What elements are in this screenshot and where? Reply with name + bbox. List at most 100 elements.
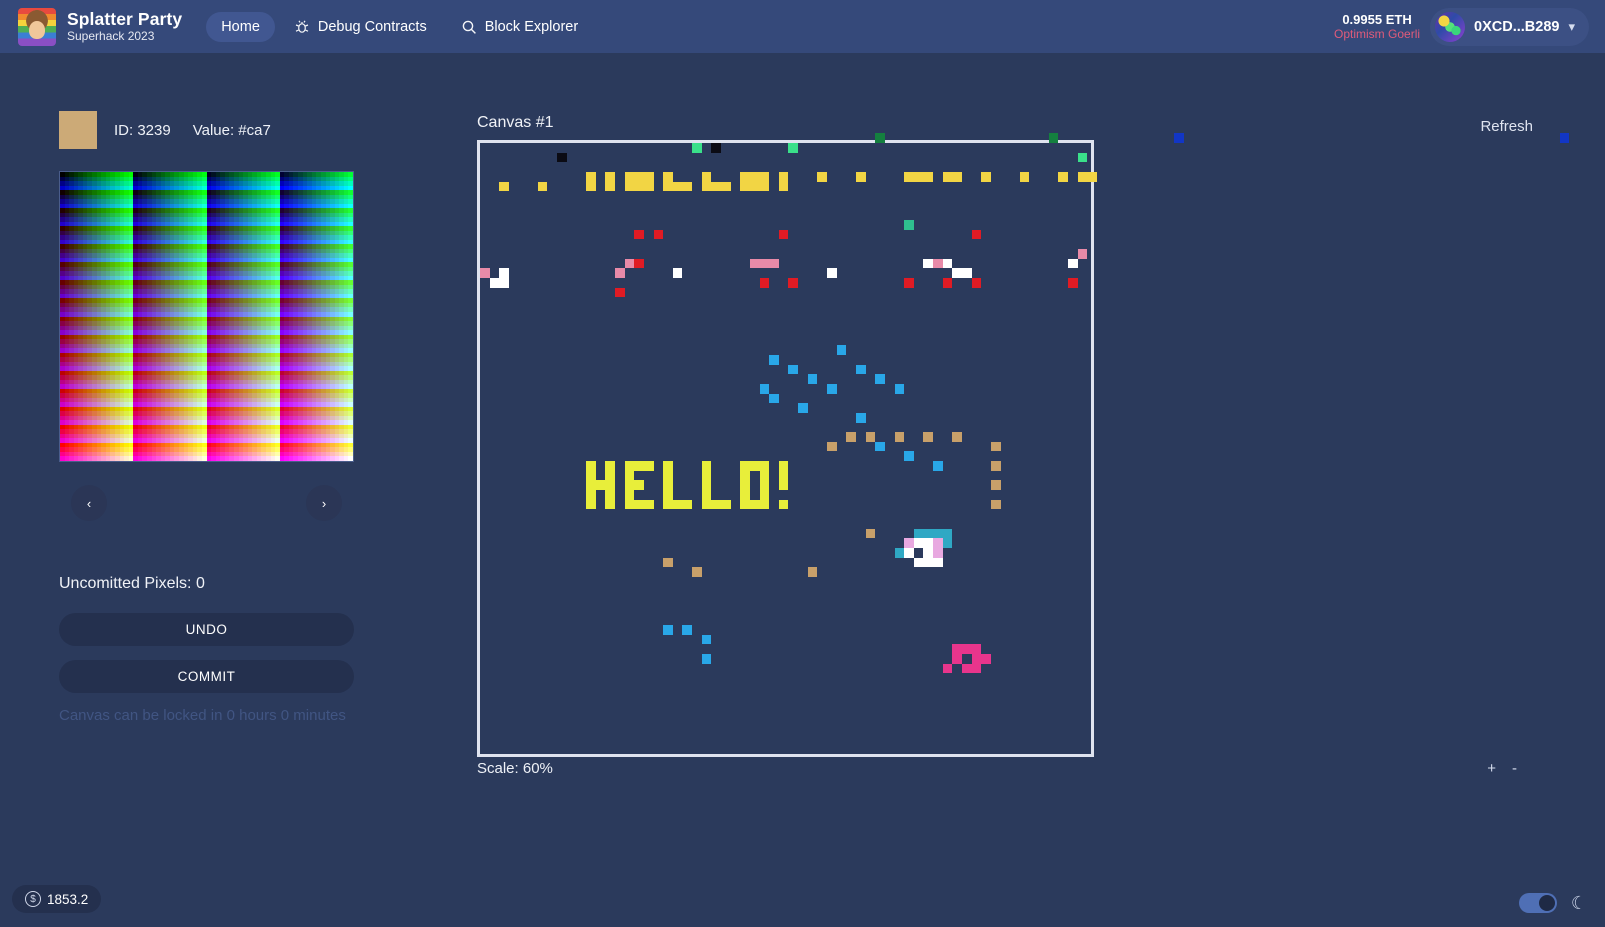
canvas-pixel[interactable]	[499, 277, 509, 288]
canvas-pixel[interactable]	[798, 403, 808, 413]
canvas-pixel[interactable]	[778, 171, 789, 182]
canvas-pixel[interactable]	[1068, 277, 1078, 288]
canvas-pixel[interactable]	[682, 181, 693, 192]
canvas-pixel[interactable]	[933, 538, 943, 548]
canvas-pixel[interactable]	[663, 461, 673, 471]
pixel-canvas-grid[interactable]	[480, 133, 1570, 754]
canvas-pixel[interactable]	[778, 480, 789, 491]
canvas-pixel[interactable]	[942, 171, 953, 182]
canvas-pixel[interactable]	[740, 171, 750, 182]
canvas-pixel[interactable]	[749, 171, 760, 182]
canvas-pixel[interactable]	[759, 277, 770, 288]
canvas-pixel[interactable]	[933, 557, 943, 568]
canvas-pixel[interactable]	[614, 268, 625, 278]
canvas-pixel[interactable]	[1058, 171, 1069, 182]
canvas-pixel[interactable]	[740, 461, 750, 471]
canvas-pixel[interactable]	[663, 171, 673, 182]
canvas-pixel[interactable]	[942, 528, 953, 539]
canvas-pixel[interactable]	[942, 258, 953, 269]
canvas-pixel[interactable]	[692, 143, 702, 153]
zoom-out-button[interactable]: -	[1512, 760, 1517, 777]
canvas-pixel[interactable]	[913, 557, 924, 568]
canvas-pixel[interactable]	[740, 181, 750, 192]
canvas-pixel[interactable]	[990, 461, 1001, 471]
canvas-pixel[interactable]	[923, 432, 934, 442]
canvas-pixel[interactable]	[778, 229, 789, 240]
canvas-pixel[interactable]	[1077, 171, 1088, 182]
canvas-pixel[interactable]	[1174, 133, 1184, 143]
canvas-pixel[interactable]	[663, 557, 673, 568]
canvas-pixel[interactable]	[663, 625, 673, 635]
canvas-pixel[interactable]	[759, 461, 770, 471]
canvas-pixel[interactable]	[769, 393, 779, 404]
canvas-pixel[interactable]	[981, 171, 991, 182]
canvas-pixel[interactable]	[759, 171, 770, 182]
canvas-pixel[interactable]	[537, 181, 548, 192]
canvas-pixel[interactable]	[836, 345, 847, 356]
canvas-pixel[interactable]	[759, 470, 770, 481]
canvas-pixel[interactable]	[624, 461, 635, 471]
canvas-pixel[interactable]	[769, 258, 779, 269]
refresh-button[interactable]: Refresh	[1480, 118, 1533, 135]
canvas-pixel[interactable]	[586, 461, 596, 471]
account-dropdown-button[interactable]: 0XCD...B289 ▾	[1430, 7, 1589, 46]
canvas-pixel[interactable]	[759, 499, 770, 510]
canvas-pixel[interactable]	[653, 229, 664, 240]
canvas-pixel[interactable]	[489, 277, 500, 288]
canvas-pixel[interactable]	[904, 171, 914, 182]
canvas-pixel[interactable]	[904, 547, 914, 558]
canvas-pixel[interactable]	[846, 432, 856, 442]
canvas-pixel[interactable]	[711, 181, 721, 192]
canvas-pixel[interactable]	[788, 364, 799, 375]
moon-icon[interactable]: ☾	[1571, 894, 1587, 912]
canvas-pixel[interactable]	[778, 461, 789, 471]
canvas-pixel[interactable]	[923, 547, 934, 558]
canvas-pixel[interactable]	[981, 653, 991, 664]
nav-item-block-explorer[interactable]: Block Explorer	[446, 12, 593, 42]
canvas-pixel[interactable]	[923, 557, 934, 568]
canvas-pixel[interactable]	[499, 181, 509, 192]
canvas-pixel[interactable]	[663, 490, 673, 500]
canvas-pixel[interactable]	[971, 653, 982, 664]
canvas-pixel[interactable]	[711, 143, 721, 153]
canvas-pixel[interactable]	[605, 470, 615, 481]
canvas-pixel[interactable]	[643, 171, 654, 182]
canvas-pixel[interactable]	[865, 528, 876, 539]
canvas-pixel[interactable]	[605, 480, 615, 491]
canvas-pixel[interactable]	[904, 538, 914, 548]
canvas-pixel[interactable]	[624, 258, 635, 269]
canvas-pixel[interactable]	[749, 461, 760, 471]
canvas-pixel[interactable]	[904, 277, 914, 288]
canvas-pixel[interactable]	[990, 441, 1001, 452]
canvas-pixel[interactable]	[962, 663, 972, 674]
canvas-pixel[interactable]	[855, 412, 866, 423]
canvas-pixel[interactable]	[701, 480, 712, 491]
canvas-pixel[interactable]	[721, 499, 731, 510]
canvas-pixel[interactable]	[913, 538, 924, 548]
canvas-pixel[interactable]	[875, 374, 885, 384]
canvas-pixel[interactable]	[701, 634, 712, 645]
canvas-pixel[interactable]	[499, 268, 509, 278]
nav-item-debug-contracts[interactable]: Debug Contracts	[279, 12, 442, 42]
canvas-pixel[interactable]	[624, 181, 635, 192]
canvas-pixel[interactable]	[807, 374, 818, 384]
theme-toggle-switch[interactable]	[1518, 893, 1557, 913]
canvas-pixel[interactable]	[586, 171, 596, 182]
canvas-pixel[interactable]	[778, 181, 789, 192]
canvas-pixel[interactable]	[701, 461, 712, 471]
canvas-pixel[interactable]	[643, 181, 654, 192]
canvas-pixel[interactable]	[952, 432, 962, 442]
canvas-pixel[interactable]	[663, 499, 673, 510]
canvas-pixel[interactable]	[701, 181, 712, 192]
canvas-pixel[interactable]	[759, 490, 770, 500]
canvas-pixel[interactable]	[942, 538, 953, 548]
pixel-canvas[interactable]	[477, 133, 1570, 757]
canvas-pixel[interactable]	[634, 171, 644, 182]
nav-item-home[interactable]: Home	[206, 11, 275, 42]
canvas-pixel[interactable]	[701, 499, 712, 510]
canvas-pixel[interactable]	[913, 528, 924, 539]
canvas-pixel[interactable]	[740, 490, 750, 500]
canvas-pixel[interactable]	[643, 499, 654, 510]
canvas-pixel[interactable]	[1019, 171, 1030, 182]
canvas-pixel[interactable]	[1077, 249, 1088, 259]
